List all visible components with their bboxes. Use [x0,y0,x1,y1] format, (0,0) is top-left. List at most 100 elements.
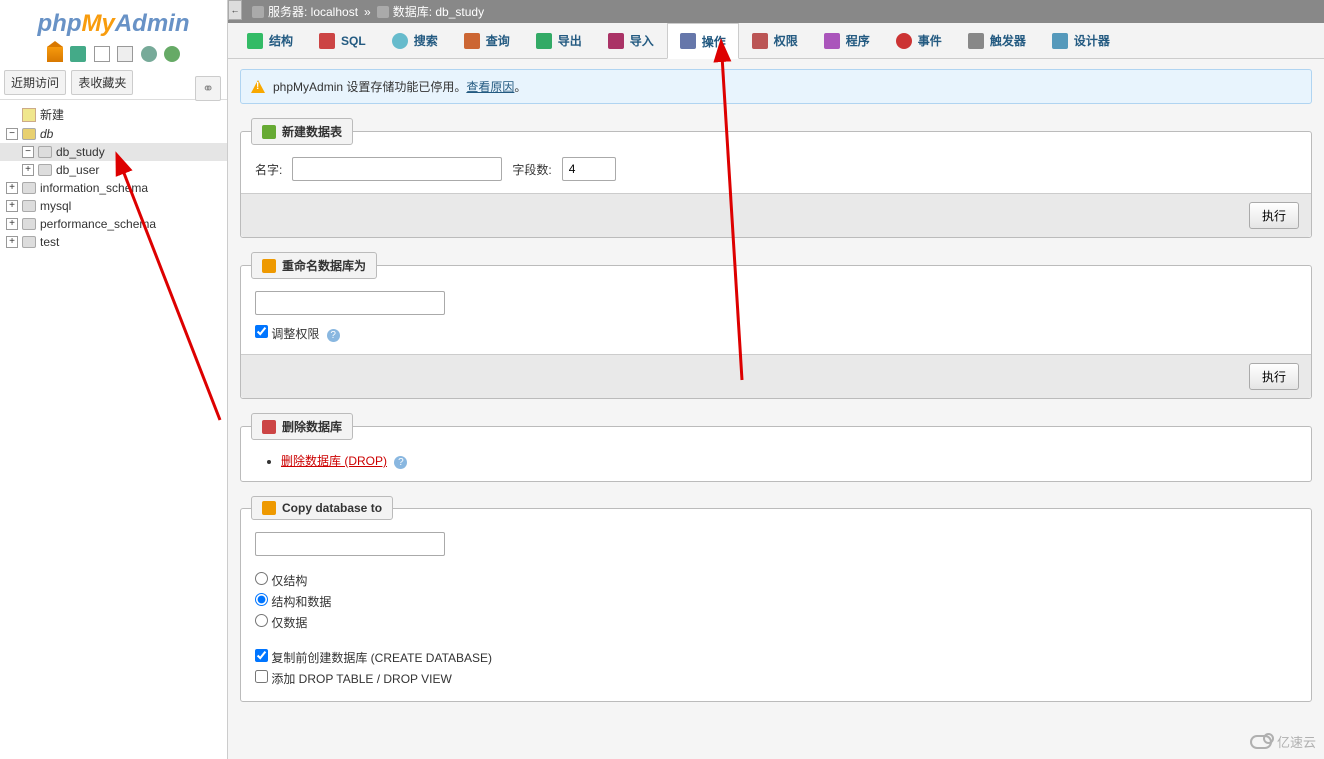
label-columns: 字段数: [512,161,551,178]
rename-submit-button[interactable]: 执行 [1249,363,1299,390]
tab-privileges[interactable]: 权限 [739,23,811,58]
logout-icon[interactable] [70,46,86,62]
expand-icon[interactable]: + [6,218,18,230]
help-icon[interactable]: ? [327,329,340,342]
tab-search[interactable]: 搜索 [379,23,451,58]
drop-db-link[interactable]: 删除数据库 (DROP) [281,454,387,468]
help-icon[interactable]: ? [394,456,407,469]
copy-options: 复制前创建数据库 (CREATE DATABASE) 添加 DROP TABLE… [255,647,1297,689]
logo-admin: Admin [115,10,190,37]
panel-create-table: 新建数据表 名字: 字段数: 执行 [240,118,1312,238]
panel-rename-db: 重命名数据库为 调整权限 ? 执行 [240,252,1312,399]
logo-php: php [38,10,82,37]
tab-query[interactable]: 查询 [451,23,523,58]
top-tabs: 结构 SQL 搜索 查询 导出 导入 操作 权限 程序 事件 触发器 设计器 [228,23,1324,59]
sql-icon [319,33,335,49]
collapse-icon[interactable]: − [6,128,18,140]
checkbox-add-drop[interactable] [255,670,268,683]
panel-drop-db: 删除数据库 删除数据库 (DROP) ? [240,413,1312,482]
tab-designer[interactable]: 设计器 [1039,23,1123,58]
legend-create-table: 新建数据表 [251,118,353,145]
tab-sql[interactable]: SQL [306,23,379,58]
link-icon[interactable]: ⚭ [195,76,221,101]
db-icon [38,164,52,176]
docs-icon[interactable] [117,46,133,62]
breadcrumb-sep: » [364,5,371,19]
clock-icon [896,33,912,49]
radio-data-only-input[interactable] [255,614,268,627]
sidebar-toolbar [0,42,227,66]
reload-icon[interactable] [164,46,180,62]
db-icon [22,200,36,212]
server-icon [252,6,264,18]
settings-icon[interactable] [141,46,157,62]
tree-new[interactable]: 新建 [0,104,227,125]
watermark-icon [1250,735,1272,749]
input-rename-db[interactable] [255,291,445,315]
tree-db-user[interactable]: +db_user [0,161,227,179]
radio-structure-only[interactable]: 仅结构 [255,570,1297,591]
privileges-icon [752,33,768,49]
tree-information-schema[interactable]: +information_schema [0,179,227,197]
tree-test[interactable]: +test [0,233,227,251]
sidebar-collapse-button[interactable]: ← [228,0,242,20]
pencil-icon [262,259,276,273]
create-submit-button[interactable]: 执行 [1249,202,1299,229]
tab-export[interactable]: 导出 [523,23,595,58]
legend-drop: 删除数据库 [251,413,353,440]
expand-icon[interactable]: + [6,236,18,248]
wrench-icon [680,33,696,49]
tab-recent[interactable]: 近期访问 [4,70,66,95]
new-table-icon [262,125,276,139]
tab-procedures[interactable]: 程序 [811,23,883,58]
logo[interactable]: phpMyAdmin [0,0,227,42]
expand-icon[interactable]: + [6,200,18,212]
delete-icon [262,420,276,434]
input-copy-db[interactable] [255,532,445,556]
checkbox-adjust-priv[interactable] [255,325,268,338]
tree-db[interactable]: −db [0,125,227,143]
input-table-name[interactable] [292,157,502,181]
drop-db-item: 删除数据库 (DROP) ? [281,452,1297,469]
radio-structure-data-input[interactable] [255,593,268,606]
sidebar: phpMyAdmin 近期访问 表收藏夹 ⚭ 新建 −db −db_study … [0,0,228,759]
radio-structure-only-input[interactable] [255,572,268,585]
check-add-drop[interactable]: 添加 DROP TABLE / DROP VIEW [255,668,1297,689]
checkbox-create-before[interactable] [255,649,268,662]
designer-icon [1052,33,1068,49]
database-icon [377,6,389,18]
tab-operations[interactable]: 操作 [667,23,739,59]
expand-icon[interactable]: + [22,164,34,176]
db-icon [22,218,36,230]
tab-import[interactable]: 导入 [595,23,667,58]
tab-structure[interactable]: 结构 [234,23,306,58]
tree-db-study[interactable]: −db_study [0,143,227,161]
collapse-icon[interactable]: − [22,146,34,158]
recent-tabs: 近期访问 表收藏夹 ⚭ [0,66,227,100]
home-icon[interactable] [47,46,63,62]
radio-structure-data[interactable]: 结构和数据 [255,591,1297,612]
breadcrumb: 服务器: localhost » 数据库: db_study [228,0,1324,23]
breadcrumb-db[interactable]: 数据库: db_study [393,3,484,20]
tree-mysql[interactable]: +mysql [0,197,227,215]
radio-data-only[interactable]: 仅数据 [255,612,1297,633]
check-create-before[interactable]: 复制前创建数据库 (CREATE DATABASE) [255,647,1297,668]
notice-link[interactable]: 查看原因 [466,78,514,95]
new-db-icon [22,108,36,122]
legend-copy: Copy database to [251,496,393,520]
input-columns[interactable] [562,157,616,181]
label-adjust-priv[interactable]: 调整权限 ? [255,327,340,341]
tab-favorites[interactable]: 表收藏夹 [71,70,133,95]
db-icon [22,182,36,194]
sql-window-icon[interactable] [94,46,110,62]
warning-icon [251,80,265,93]
config-notice: phpMyAdmin 设置存储功能已停用。 查看原因。 [240,69,1312,104]
import-icon [608,33,624,49]
tab-triggers[interactable]: 触发器 [955,23,1039,58]
tab-events[interactable]: 事件 [883,23,955,58]
breadcrumb-server[interactable]: 服务器: localhost [268,3,358,20]
structure-icon [247,33,263,49]
copy-what-radios: 仅结构 结构和数据 仅数据 [255,570,1297,633]
tree-performance-schema[interactable]: +performance_schema [0,215,227,233]
expand-icon[interactable]: + [6,182,18,194]
